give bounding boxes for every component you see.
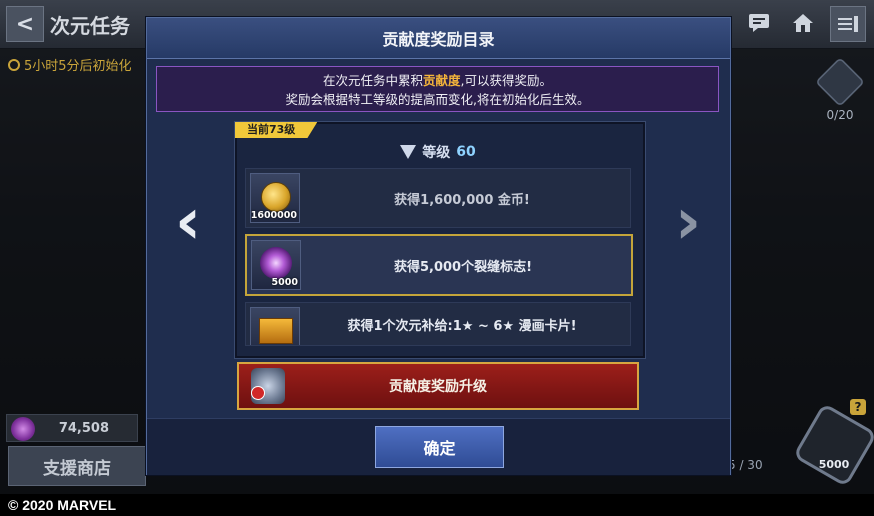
reward-qty: 1600000	[250, 210, 297, 221]
progress-label: 5 / 30	[728, 458, 763, 472]
reward-text: 获得1,600,000 金币!	[394, 192, 530, 208]
hex-reward-amount: 5000	[818, 458, 850, 471]
clock-icon	[8, 58, 20, 71]
currency-display: 74,508	[6, 414, 138, 442]
level-header: 等级 60	[237, 138, 639, 166]
reward-text: 获得5,000个裂缝标志!	[393, 259, 533, 275]
home-icon[interactable]	[786, 6, 820, 40]
reward-icon-frame: 1600000	[250, 173, 300, 223]
reward-row-rift[interactable]: 5000 获得5,000个裂缝标志!	[245, 234, 633, 296]
current-level-tag: 当前73级	[235, 122, 318, 138]
info-line-2: 奖励会根据特工等级的提高而变化,将在初始化后生效。	[285, 92, 590, 107]
chat-icon[interactable]	[742, 6, 776, 40]
support-shop-button[interactable]: 支援商店	[8, 446, 146, 486]
page-title: 次元任务	[50, 14, 130, 38]
rift-mark-icon	[11, 417, 35, 441]
level-label: 等级	[422, 145, 451, 161]
shield-badge-icon	[251, 368, 285, 404]
reward-upgrade-button[interactable]: 贡献度奖励升级	[237, 362, 639, 410]
info-highlight: 贡献度	[423, 73, 461, 88]
gold-coin-icon	[261, 182, 291, 212]
dialog-title: 贡献度奖励目录	[147, 18, 730, 59]
rank-triangle-icon	[400, 145, 417, 159]
badge-count: 0/20	[826, 108, 854, 122]
upgrade-label: 贡献度奖励升级	[389, 379, 487, 395]
reward-row-chest[interactable]: 获得1个次元补给:1★ ~ 6★ 漫画卡片!	[245, 302, 631, 346]
level-reward-panel: 当前73级 等级 60 1600000 获得1,600,000 金币! 5000 …	[235, 122, 645, 358]
confirm-button[interactable]: 确定	[375, 426, 504, 468]
reset-timer: 5小时5分后初始化	[8, 55, 132, 74]
agent-hex-icon	[815, 57, 865, 107]
reward-icon-frame: 5000	[251, 240, 301, 290]
reward-qty: 5000	[271, 277, 298, 288]
next-level-arrow[interactable]: ›	[668, 190, 708, 254]
reward-icon-frame	[250, 307, 300, 345]
info-text: ,可以获得奖励。	[460, 73, 552, 88]
alert-dot-icon	[251, 386, 265, 400]
previous-level-arrow[interactable]: ‹	[168, 190, 208, 254]
hex-reward[interactable]: 5000	[792, 402, 874, 488]
copyright-text: © 2020 MARVEL	[8, 497, 117, 513]
info-box: 在次元任务中累积贡献度,可以获得奖励。 奖励会根据特工等级的提高而变化,将在初始…	[156, 66, 719, 112]
timer-text: 5小时5分后初始化	[24, 59, 132, 74]
top-icons	[742, 6, 866, 42]
reward-row-gold[interactable]: 1600000 获得1,600,000 金币!	[245, 168, 631, 228]
hex-frame-icon	[792, 402, 874, 488]
info-text: 在次元任务中累积	[322, 73, 423, 88]
help-icon[interactable]: ?	[850, 399, 866, 415]
right-badge[interactable]: 0/20	[815, 57, 865, 122]
level-number: 60	[456, 144, 476, 160]
back-arrow-icon: <	[15, 11, 35, 37]
info-line-1: 在次元任务中累积贡献度,可以获得奖励。	[157, 71, 718, 90]
menu-icon[interactable]	[830, 6, 866, 42]
supply-chest-icon	[259, 318, 293, 344]
currency-amount: 74,508	[58, 420, 109, 436]
reward-text: 获得1个次元补给:1★ ~ 6★ 漫画卡片!	[347, 318, 577, 334]
reward-catalog-dialog: 贡献度奖励目录 在次元任务中累积贡献度,可以获得奖励。 奖励会根据特工等级的提高…	[146, 17, 731, 475]
back-button[interactable]: <	[6, 6, 44, 42]
rift-mark-icon	[260, 247, 292, 279]
